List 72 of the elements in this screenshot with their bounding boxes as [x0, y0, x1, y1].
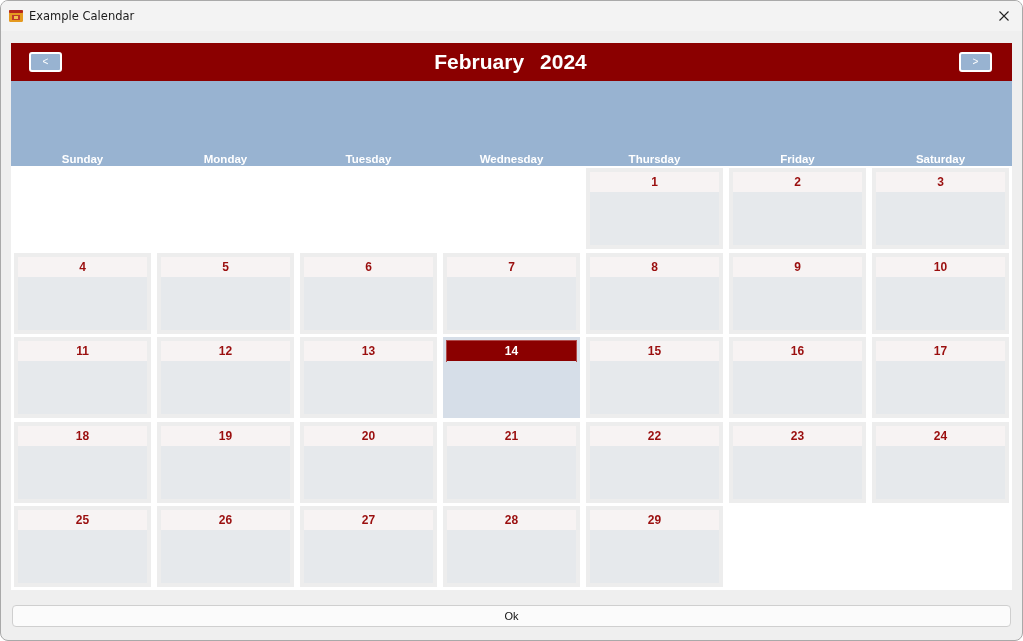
- weekday-label: Wednesday: [479, 153, 544, 166]
- ok-button[interactable]: Ok: [12, 605, 1011, 627]
- day-number: 27: [304, 510, 433, 530]
- day-number: 15: [590, 341, 719, 361]
- day-number: 11: [18, 341, 147, 361]
- day-number: 12: [161, 341, 290, 361]
- window-title: Example Calendar: [29, 9, 135, 23]
- day-number: 14: [447, 341, 576, 361]
- day-cell[interactable]: 26: [157, 506, 294, 587]
- day-number: 7: [447, 256, 576, 277]
- day-cell[interactable]: 29: [586, 506, 723, 587]
- day-cell[interactable]: 22: [586, 421, 723, 503]
- day-cell[interactable]: 27: [300, 506, 437, 587]
- day-number: 28: [447, 510, 576, 530]
- day-number: 24: [876, 425, 1005, 446]
- day-number: 3: [876, 172, 1005, 192]
- weekday-label: Thursday: [628, 153, 681, 166]
- day-cell[interactable]: 25: [14, 506, 151, 587]
- day-cell[interactable]: 1: [586, 168, 723, 249]
- weekday-label: Friday: [780, 153, 815, 166]
- weekday-label: Sunday: [61, 153, 104, 166]
- day-cell[interactable]: 24: [872, 421, 1009, 503]
- day-cell[interactable]: 4: [14, 252, 151, 334]
- day-cell[interactable]: 20: [300, 421, 437, 503]
- year-label: 2024: [540, 50, 587, 74]
- day-cell[interactable]: 3: [872, 168, 1009, 249]
- day-cell[interactable]: 28: [443, 506, 580, 587]
- day-number: 26: [161, 510, 290, 530]
- day-cell[interactable]: 15: [586, 337, 723, 418]
- day-cell[interactable]: 10: [872, 252, 1009, 334]
- month-label: February: [434, 50, 525, 74]
- day-number: 19: [161, 425, 290, 446]
- close-button[interactable]: [998, 10, 1010, 22]
- day-number: 20: [304, 425, 433, 446]
- day-cell[interactable]: 8: [586, 252, 723, 334]
- weekday-label: Saturday: [915, 153, 966, 166]
- day-number: 6: [304, 256, 433, 277]
- close-icon: [999, 11, 1009, 21]
- day-cell[interactable]: 5: [157, 252, 294, 334]
- weekday-label: Tuesday: [345, 153, 392, 166]
- day-number: 22: [590, 425, 719, 446]
- day-cell[interactable]: 23: [729, 421, 866, 503]
- day-number: 1: [590, 172, 719, 192]
- day-number: 18: [18, 425, 147, 446]
- day-number: 10: [876, 256, 1005, 277]
- day-number: 16: [733, 341, 862, 361]
- day-number: 5: [161, 256, 290, 277]
- day-cell[interactable]: 6: [300, 252, 437, 334]
- day-cell[interactable]: 19: [157, 421, 294, 503]
- day-cell[interactable]: 13: [300, 337, 437, 418]
- day-number: 13: [304, 341, 433, 361]
- day-number: 21: [447, 425, 576, 446]
- day-cell[interactable]: 11: [14, 337, 151, 418]
- day-number: 29: [590, 510, 719, 530]
- day-cell[interactable]: 17: [872, 337, 1009, 418]
- day-cell[interactable]: 14: [443, 337, 580, 418]
- day-cell[interactable]: 9: [729, 252, 866, 334]
- day-cell[interactable]: 2: [729, 168, 866, 249]
- day-number: 8: [590, 256, 719, 277]
- calendar-icon: [9, 10, 23, 22]
- day-number: 9: [733, 256, 862, 277]
- day-number: 17: [876, 341, 1005, 361]
- day-cell[interactable]: 12: [157, 337, 294, 418]
- day-number: 25: [18, 510, 147, 530]
- day-cell[interactable]: 16: [729, 337, 866, 418]
- weekday-label: Monday: [203, 153, 248, 166]
- day-cell[interactable]: 18: [14, 421, 151, 503]
- day-number: 2: [733, 172, 862, 192]
- day-cell[interactable]: 7: [443, 252, 580, 334]
- day-number: 4: [18, 256, 147, 277]
- day-number: 23: [733, 425, 862, 446]
- day-cell[interactable]: 21: [443, 421, 580, 503]
